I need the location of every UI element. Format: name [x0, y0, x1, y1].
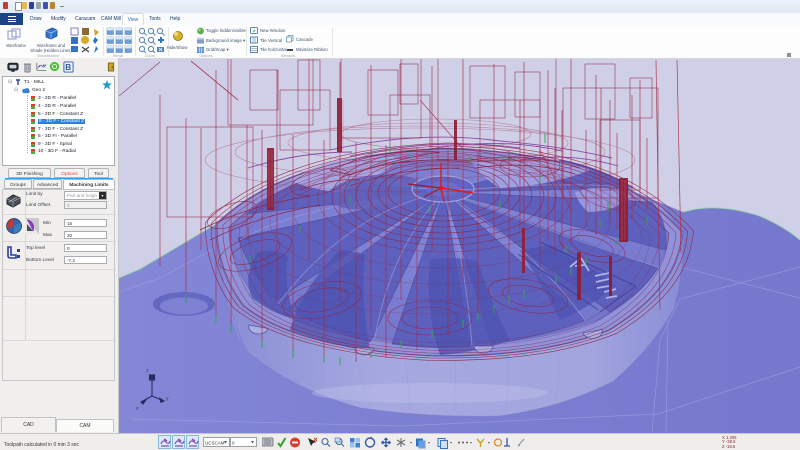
svg-text:B: B	[65, 63, 71, 72]
svg-text:UCSCAM: UCSCAM	[205, 441, 225, 446]
